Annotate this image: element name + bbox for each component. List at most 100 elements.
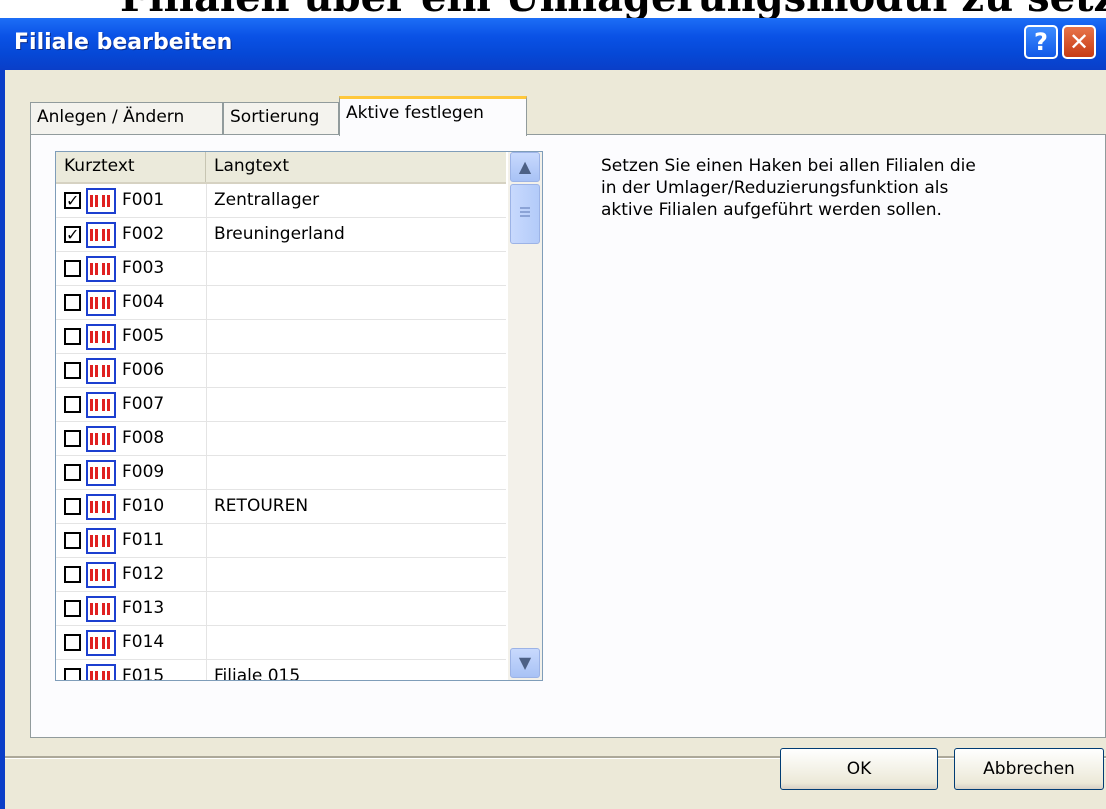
row-checkbox[interactable]	[64, 498, 81, 515]
kurztext-cell: F011	[122, 530, 165, 550]
kurztext-cell: F012	[122, 564, 165, 584]
branch-icon	[86, 324, 116, 350]
kurztext-cell: F005	[122, 326, 165, 346]
kurztext-cell: F008	[122, 428, 165, 448]
list-item[interactable]: F005	[56, 320, 506, 354]
branch-icon	[86, 562, 116, 588]
row-checkbox[interactable]	[64, 532, 81, 549]
title-bar[interactable]: Filiale bearbeiten ? ✕	[0, 18, 1106, 70]
instruction-text: Setzen Sie einen Haken bei allen Filiale…	[601, 156, 976, 220]
kurztext-cell: F002	[122, 224, 165, 244]
column-divider	[206, 422, 207, 456]
column-divider	[206, 388, 207, 422]
dialog-client-area: Anlegen / Ändern Sortierung Aktive festl…	[5, 70, 1106, 809]
kurztext-cell: F014	[122, 632, 165, 652]
list-item[interactable]: ✓ F001 Zentrallager	[56, 184, 506, 218]
branch-icon	[86, 426, 116, 452]
branch-icon	[86, 188, 116, 214]
row-checkbox[interactable]	[64, 260, 81, 277]
row-checkbox[interactable]	[64, 668, 81, 680]
branch-icon	[86, 528, 116, 554]
list-header: Kurztext Langtext	[56, 152, 506, 184]
kurztext-cell: F006	[122, 360, 165, 380]
list-item[interactable]: F010 RETOUREN	[56, 490, 506, 524]
branch-icon	[86, 664, 116, 680]
langtext-cell: Breuningerland	[214, 224, 345, 244]
langtext-cell: RETOUREN	[214, 496, 309, 516]
list-item[interactable]: F006	[56, 354, 506, 388]
cancel-button[interactable]: Abbrechen	[954, 748, 1104, 790]
row-checkbox[interactable]: ✓	[64, 226, 81, 243]
kurztext-cell: F001	[122, 190, 165, 210]
scroll-up-icon[interactable]: ▲	[510, 152, 540, 182]
column-header-kurztext[interactable]: Kurztext	[56, 152, 206, 182]
tab-panel: Kurztext Langtext ✓ F001 Zentrallager ✓ F002…	[30, 134, 1106, 738]
tab-sortierung[interactable]: Sortierung	[223, 102, 339, 134]
row-checkbox[interactable]	[64, 566, 81, 583]
scroll-down-icon[interactable]: ▼	[510, 648, 540, 678]
row-checkbox[interactable]: ✓	[64, 192, 81, 209]
footer-separator	[5, 756, 1106, 759]
row-checkbox[interactable]	[64, 328, 81, 345]
column-divider	[206, 524, 207, 558]
branch-icon	[86, 596, 116, 622]
dialog-window: Filiale bearbeiten ? ✕ Anlegen / Ändern …	[0, 18, 1106, 809]
list-item[interactable]: F007	[56, 388, 506, 422]
list-item[interactable]: F009	[56, 456, 506, 490]
branch-icon	[86, 460, 116, 486]
tab-aktive-festlegen[interactable]: Aktive festlegen	[339, 96, 527, 136]
column-header-langtext[interactable]: Langtext	[206, 152, 506, 182]
list-item[interactable]: F003	[56, 252, 506, 286]
kurztext-cell: F009	[122, 462, 165, 482]
window-title: Filiale bearbeiten	[14, 30, 233, 55]
column-divider	[206, 456, 207, 490]
row-checkbox[interactable]	[64, 634, 81, 651]
langtext-cell: Filiale 015	[214, 666, 301, 681]
kurztext-cell: F010	[122, 496, 165, 516]
row-checkbox[interactable]	[64, 430, 81, 447]
column-divider	[206, 592, 207, 626]
kurztext-cell: F007	[122, 394, 165, 414]
column-divider	[206, 626, 207, 660]
branch-icon	[86, 494, 116, 520]
help-button[interactable]: ?	[1024, 25, 1058, 59]
branch-icon	[86, 290, 116, 316]
close-button[interactable]: ✕	[1062, 25, 1096, 59]
list-item[interactable]: F008	[56, 422, 506, 456]
tab-anlegen-aendern[interactable]: Anlegen / Ändern	[30, 102, 223, 134]
column-divider	[206, 184, 207, 218]
row-checkbox[interactable]	[64, 396, 81, 413]
column-divider	[206, 252, 207, 286]
column-divider	[206, 320, 207, 354]
kurztext-cell: F003	[122, 258, 165, 278]
row-checkbox[interactable]	[64, 294, 81, 311]
row-checkbox[interactable]	[64, 464, 81, 481]
branch-list[interactable]: Kurztext Langtext ✓ F001 Zentrallager ✓ F002…	[55, 151, 543, 681]
vertical-scrollbar[interactable]: ▲ ▼	[508, 152, 542, 680]
list-item[interactable]: F011	[56, 524, 506, 558]
kurztext-cell: F013	[122, 598, 165, 618]
column-divider	[206, 558, 207, 592]
row-checkbox[interactable]	[64, 362, 81, 379]
column-divider	[206, 286, 207, 320]
list-rows: ✓ F001 Zentrallager ✓ F002 Breuningerland F003…	[56, 184, 506, 681]
ok-button[interactable]: OK	[780, 748, 938, 790]
column-divider	[206, 218, 207, 252]
list-item[interactable]: ✓ F002 Breuningerland	[56, 218, 506, 252]
branch-icon	[86, 358, 116, 384]
list-item[interactable]: F004	[56, 286, 506, 320]
scrollbar-thumb[interactable]	[510, 184, 540, 244]
branch-icon	[86, 630, 116, 656]
list-item[interactable]: F015 Filiale 015	[56, 660, 506, 681]
list-item[interactable]: F012	[56, 558, 506, 592]
list-item[interactable]: F014	[56, 626, 506, 660]
list-item[interactable]: F013	[56, 592, 506, 626]
row-checkbox[interactable]	[64, 600, 81, 617]
column-divider	[206, 490, 207, 524]
branch-icon	[86, 222, 116, 248]
column-divider	[206, 660, 207, 680]
branch-icon	[86, 256, 116, 282]
kurztext-cell: F015	[122, 666, 165, 681]
branch-icon	[86, 392, 116, 418]
tab-strip: Anlegen / Ändern Sortierung Aktive festl…	[5, 70, 1106, 136]
